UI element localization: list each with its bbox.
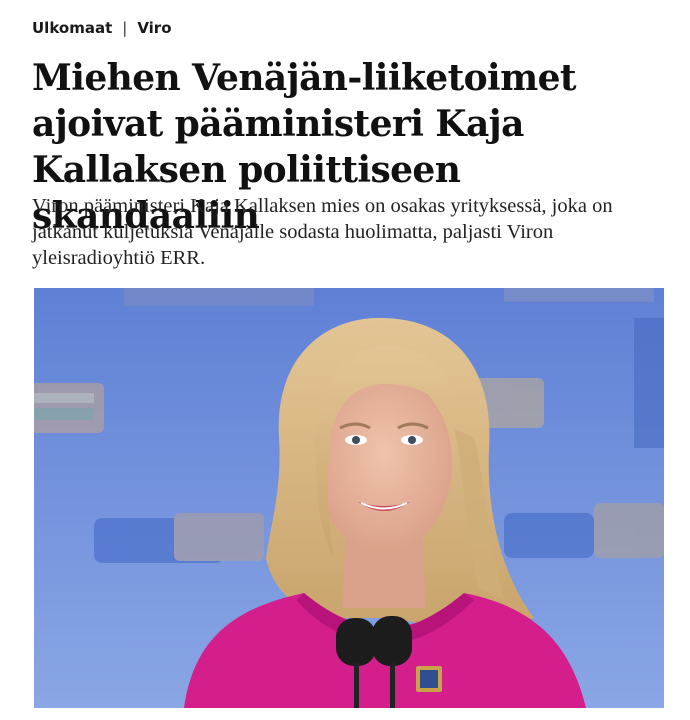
breadcrumb-section-link[interactable]: Ulkomaat [32, 19, 112, 37]
article-lead: Viron pääministeri Kaja Kallaksen mies o… [32, 195, 613, 269]
article-photo[interactable] [34, 288, 664, 708]
breadcrumb-separator: | [122, 19, 128, 37]
portrait-illustration [34, 288, 664, 708]
breadcrumb-topic-link[interactable]: Viro [137, 19, 171, 37]
breadcrumb: Ulkomaat | Viro [32, 19, 172, 37]
photo-caption-edge [32, 712, 662, 720]
article-page: Ulkomaat | Viro Miehen Venäjän-liiketoim… [0, 0, 690, 720]
